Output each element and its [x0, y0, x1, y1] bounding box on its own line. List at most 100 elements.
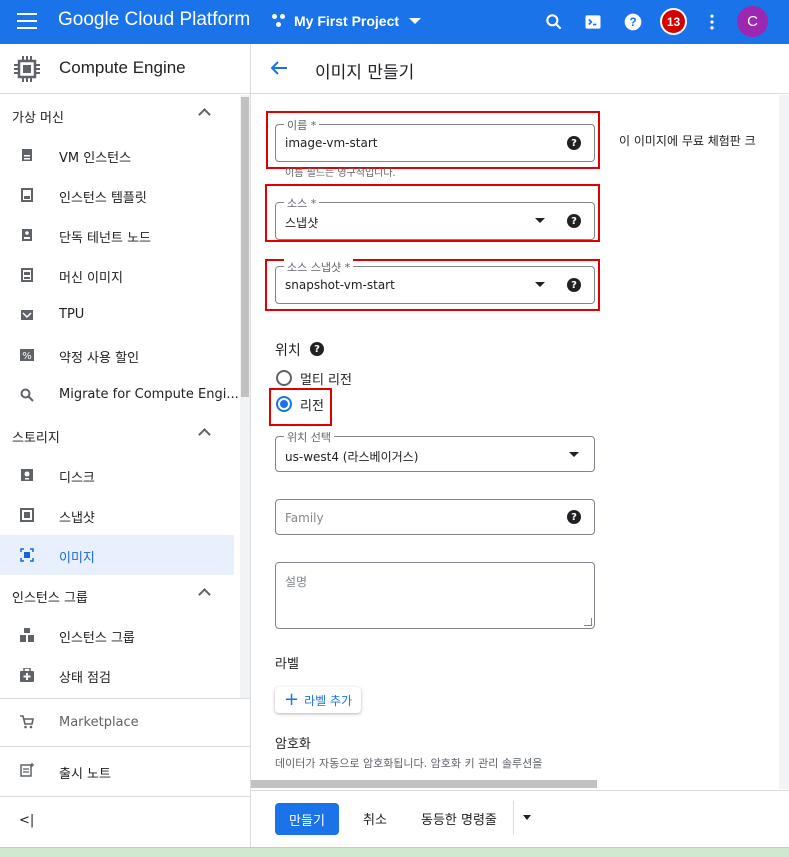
project-icon — [272, 14, 286, 28]
snapshot-icon — [20, 508, 34, 522]
section-instance-groups[interactable]: 인스턴스 그룹 — [0, 575, 240, 615]
help-icon[interactable]: ? — [310, 342, 324, 356]
disk-icon — [21, 469, 33, 481]
help-icon[interactable]: ? — [623, 12, 643, 32]
sidebar-item-sole-tenant-nodes[interactable]: 단독 테넌트 노드 — [0, 215, 240, 255]
sidebar-item-label: 디스크 — [59, 471, 95, 486]
search-icon[interactable] — [544, 12, 564, 32]
svg-text:%: % — [22, 351, 32, 362]
source-snapshot-select[interactable]: 소스 스냅샷 * snapshot-vm-start ? — [275, 259, 595, 304]
dropdown-arrow-icon — [535, 218, 545, 223]
sidebar-item-instance-groups[interactable]: 인스턴스 그룹 — [0, 615, 240, 655]
tpu-icon — [21, 310, 33, 320]
sidebar-item-label: 이미지 — [59, 551, 95, 566]
sidebar-item-label: TPU — [59, 307, 85, 322]
sidebar-item-snapshots[interactable]: 스냅샷 — [0, 495, 240, 535]
form-scrollbar[interactable] — [779, 95, 789, 789]
source-select[interactable]: 소스 * 스냅샷 ? — [275, 195, 595, 240]
menu-icon[interactable] — [17, 13, 37, 29]
section-virtual-machines[interactable]: 가상 머신 — [0, 95, 240, 135]
help-icon[interactable]: ? — [567, 214, 581, 228]
image-icon — [20, 548, 34, 562]
arrow-back-icon[interactable] — [269, 58, 289, 78]
sidebar-item-machine-images[interactable]: 머신 이미지 — [0, 255, 240, 295]
sidebar-item-migrate[interactable]: Migrate for Compute Engi... — [0, 375, 240, 415]
sidebar-item-committed-use-discounts[interactable]: % 약정 사용 할인 — [0, 335, 240, 375]
sidebar-item-marketplace[interactable]: Marketplace — [0, 698, 250, 746]
location-title: 위치 — [275, 340, 301, 360]
equivalent-command-line-button[interactable]: 동등한 명령줄 — [421, 809, 497, 828]
chevron-up-icon — [198, 588, 211, 601]
notifications-badge[interactable]: 13 — [660, 8, 687, 35]
create-image-form: 이 이미지에 무료 체험판 크 이름 * image-vm-start ? 이름… — [251, 95, 789, 789]
collapse-sidebar-button[interactable]: <| — [0, 796, 250, 844]
top-app-bar: Google Cloud Platform My First Project ?… — [0, 0, 789, 44]
radio-region-label: 리전 — [300, 399, 324, 414]
radio-region[interactable] — [276, 396, 292, 412]
sidebar-item-health-checks[interactable]: 상태 점검 — [0, 655, 240, 695]
chevron-down-icon[interactable] — [523, 815, 531, 820]
section-label: 스토리지 — [12, 431, 60, 446]
family-input[interactable]: Family ? — [275, 499, 595, 535]
sidebar-item-vm-instances[interactable]: VM 인스턴스 — [0, 135, 240, 175]
brand-title[interactable]: Google Cloud Platform — [58, 9, 250, 31]
sidebar-title: Compute Engine — [59, 58, 186, 77]
location-select-label: 위치 선택 — [284, 429, 334, 445]
status-bar — [0, 847, 789, 857]
sidebar-nav: 가상 머신 VM 인스턴스 인스턴스 템플릿 단독 테넌트 노드 머신 이미지 … — [0, 95, 240, 698]
create-button[interactable]: 만들기 — [275, 803, 339, 835]
chevron-down-icon — [409, 18, 422, 24]
collapse-icon: <| — [19, 813, 35, 828]
sidebar-item-label: 상태 점검 — [59, 671, 111, 686]
encryption-title: 암호화 — [275, 737, 311, 752]
sidebar-item-label: 약정 사용 할인 — [59, 351, 140, 366]
name-field[interactable]: 이름 * image-vm-start ? — [275, 117, 595, 162]
sidebar-bottom: Marketplace 출시 노트 — [0, 698, 250, 794]
sidebar: Compute Engine 가상 머신 VM 인스턴스 인스턴스 템플릿 단독… — [0, 44, 251, 857]
source-snapshot-label: 소스 스냅샷 * — [284, 259, 354, 275]
form-horizontal-scrollbar[interactable] — [251, 780, 597, 788]
sidebar-item-tpu[interactable]: TPU — [0, 295, 240, 335]
avatar[interactable]: C — [737, 6, 768, 37]
sidebar-item-label: 인스턴스 템플릿 — [59, 191, 147, 206]
add-label-button[interactable]: + 라벨 추가 — [275, 687, 362, 713]
help-icon[interactable]: ? — [567, 510, 581, 524]
dropdown-arrow-icon — [569, 452, 579, 457]
dropdown-arrow-icon — [535, 282, 545, 287]
resize-handle[interactable] — [584, 618, 592, 626]
health-check-icon — [20, 668, 34, 682]
cancel-button[interactable]: 취소 — [363, 809, 387, 828]
sole-tenant-icon — [22, 229, 32, 241]
radio-multi-region-label: 멀티 리전 — [300, 373, 352, 388]
project-selector[interactable]: My First Project — [272, 9, 422, 33]
cart-icon — [20, 715, 34, 729]
section-label: 가상 머신 — [12, 111, 64, 126]
name-value: image-vm-start — [285, 136, 378, 150]
sidebar-scrollbar-thumb[interactable] — [241, 97, 249, 397]
source-label: 소스 * — [284, 195, 320, 211]
section-storage[interactable]: 스토리지 — [0, 415, 240, 455]
sidebar-item-instance-templates[interactable]: 인스턴스 템플릿 — [0, 175, 240, 215]
sidebar-item-images[interactable]: 이미지 — [0, 535, 234, 575]
info-panel-text: 이 이미지에 무료 체험판 크 — [619, 134, 756, 148]
cloud-shell-icon[interactable] — [583, 12, 603, 32]
button-divider — [513, 801, 514, 835]
sidebar-item-disks[interactable]: 디스크 — [0, 455, 240, 495]
page-title: 이미지 만들기 — [315, 63, 415, 83]
sidebar-item-release-notes[interactable]: 출시 노트 — [0, 746, 250, 794]
name-hint: 이름 필드는 영구적입니다. — [285, 168, 396, 179]
more-vert-icon[interactable] — [702, 12, 722, 32]
sidebar-item-label: 스냅샷 — [59, 511, 95, 526]
description-textarea[interactable]: 설명 — [275, 562, 595, 629]
sidebar-item-label: 머신 이미지 — [59, 271, 123, 286]
main-content: 이미지 만들기 이 이미지에 무료 체험판 크 이름 * image-vm-st… — [251, 44, 789, 857]
location-select[interactable]: 위치 선택 us-west4 (라스베이거스) — [275, 429, 595, 472]
search-icon — [20, 388, 34, 402]
source-snapshot-value: snapshot-vm-start — [285, 278, 395, 292]
source-value: 스냅샷 — [285, 216, 319, 230]
radio-multi-region[interactable] — [276, 370, 292, 386]
help-icon[interactable]: ? — [567, 136, 581, 150]
chevron-up-icon — [198, 108, 211, 121]
help-icon[interactable]: ? — [567, 278, 581, 292]
machine-image-icon — [21, 268, 33, 282]
